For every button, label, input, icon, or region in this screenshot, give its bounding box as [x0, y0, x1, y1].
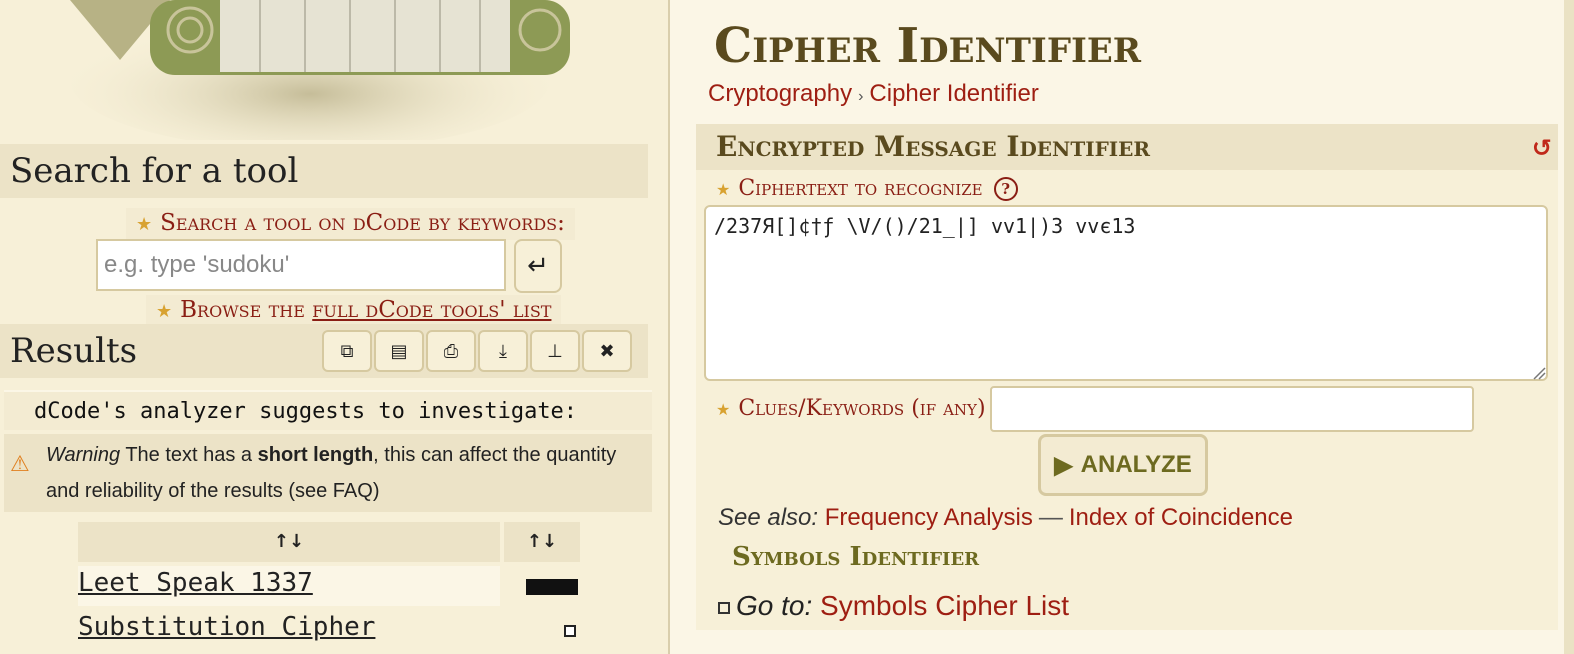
star-icon: ★: [136, 214, 153, 235]
breadcrumb-cryptography[interactable]: Cryptography: [708, 80, 852, 107]
analyzer-suggestion: dCode's analyzer suggests to investigate…: [4, 390, 652, 430]
help-icon[interactable]: ?: [993, 177, 1018, 201]
goto-line: Go to: Symbols Cipher List: [718, 590, 1069, 622]
resize-grip-icon[interactable]: [1532, 365, 1546, 380]
warning-icon: ⚠: [10, 451, 30, 476]
cryptex-logo: [70, 0, 570, 140]
play-icon: ▶: [1054, 451, 1073, 479]
pin-icon: ⊥: [547, 340, 563, 362]
sort-score-header[interactable]: ↑↓: [504, 522, 580, 562]
star-icon: ★: [156, 301, 173, 322]
warning-box: ⚠ Warning The text has a short length, t…: [4, 434, 652, 512]
warning-bold: short length: [257, 444, 374, 466]
see-also-label: See also:: [718, 504, 819, 531]
result-link-leet-speak[interactable]: Leet Speak 1337: [78, 568, 313, 598]
goto-label: Go to:: [736, 590, 813, 621]
clues-label: ★ Clues/Keywords (if any): [716, 396, 986, 421]
breadcrumb-separator: ›: [858, 88, 864, 105]
ciphertext-textarea[interactable]: /237Я[]¢†ƒ \V/()/21_|] vv1|)3 vvє13: [704, 205, 1548, 381]
frequency-analysis-link[interactable]: Frequency Analysis: [825, 504, 1033, 531]
search-header: Search for a tool: [0, 144, 648, 198]
share-button[interactable]: ▤: [374, 330, 424, 372]
share-icon: ▤: [390, 340, 408, 362]
score-bar-substitution: [564, 625, 576, 637]
copy-icon: ⧉: [340, 340, 354, 362]
analyze-button[interactable]: ▶ ANALYZE: [1038, 434, 1208, 496]
results-toolbar: ⧉ ▤ ⎙ ⤓ ⊥ ✖: [322, 330, 632, 372]
print-button[interactable]: ⎙: [426, 330, 476, 372]
score-bar-leet-speak: [526, 579, 578, 595]
square-bullet-icon: [718, 601, 730, 614]
scrollbar[interactable]: [1564, 0, 1574, 654]
right-panel: Cipher Identifier Cryptography › Cipher Id…: [668, 0, 1574, 654]
download-button[interactable]: ⤓: [478, 330, 528, 372]
print-icon: ⎙: [443, 340, 459, 362]
symbols-identifier-link[interactable]: Symbols Identifier: [732, 542, 979, 572]
copy-button[interactable]: ⧉: [322, 330, 372, 372]
reset-icon[interactable]: ↺: [1532, 134, 1552, 162]
result-link-substitution[interactable]: Substitution Cipher: [78, 612, 375, 642]
breadcrumb: Cryptography › Cipher Identifier: [708, 80, 1039, 108]
identifier-form: ★ Ciphertext to recognize ? /237Я[]¢†ƒ \V…: [696, 170, 1558, 630]
section-header: Encrypted Message Identifier ↺: [696, 124, 1558, 170]
left-panel: Search for a tool ★ Search a tool on dCod…: [0, 0, 668, 654]
page-title: Cipher Identifier: [714, 18, 1142, 74]
close-results-button[interactable]: ✖: [582, 330, 632, 372]
breadcrumb-cipher-identifier[interactable]: Cipher Identifier: [869, 80, 1038, 107]
full-tools-list-link[interactable]: full dCode tools' list: [312, 297, 551, 323]
keywords-label: ★ Search a tool on dCode by keywords:: [126, 208, 575, 240]
search-title: Search for a tool: [10, 151, 299, 191]
close-icon: ✖: [599, 340, 615, 362]
clues-input[interactable]: [990, 386, 1474, 432]
search-submit-button[interactable]: ↵: [514, 239, 562, 293]
star-icon: ★: [716, 400, 731, 419]
sort-name-header[interactable]: ↑↓: [78, 522, 500, 562]
star-icon: ★: [716, 180, 731, 199]
see-also: See also: Frequency Analysis — Index of Co…: [718, 504, 1294, 531]
warning-label: Warning: [46, 444, 121, 466]
enter-icon: ↵: [527, 251, 549, 281]
section-title: Encrypted Message Identifier: [716, 130, 1150, 163]
ciphertext-label: ★ Ciphertext to recognize ?: [716, 176, 1018, 201]
download-icon: ⤓: [499, 340, 507, 362]
index-of-coincidence-link[interactable]: Index of Coincidence: [1069, 504, 1293, 531]
search-input[interactable]: e.g. type 'sudoku': [96, 239, 506, 291]
pin-button[interactable]: ⊥: [530, 330, 580, 372]
browse-tools-link[interactable]: ★ Browse the full dCode tools' list: [146, 295, 562, 327]
symbols-cipher-list-link[interactable]: Symbols Cipher List: [820, 590, 1069, 621]
